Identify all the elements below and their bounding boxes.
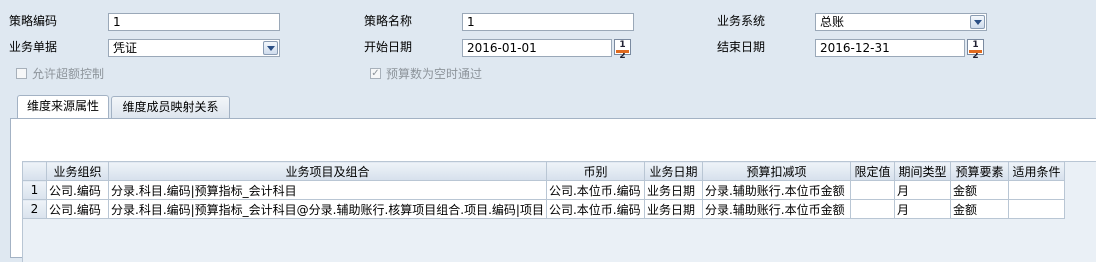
business-system-label: 业务系统 xyxy=(717,14,766,28)
table-cell[interactable]: 公司.本位币.编码 xyxy=(545,199,645,219)
table-cell[interactable] xyxy=(1007,199,1065,219)
column-header[interactable]: 业务日期 xyxy=(643,161,703,181)
table-cell[interactable]: 月 xyxy=(893,180,951,200)
tab-label: 维度来源属性 xyxy=(26,99,99,113)
business-system-select[interactable]: 总账 xyxy=(815,13,987,31)
business-system-value: 总账 xyxy=(820,15,845,29)
calendar-icon[interactable]: 1 2 xyxy=(614,39,631,61)
table-cell[interactable]: 分录.辅助账行.本位币金额 xyxy=(701,199,851,219)
table-cell[interactable]: 金额 xyxy=(949,180,1009,200)
table-cell[interactable]: 月 xyxy=(893,199,951,219)
business-document-label: 业务单据 xyxy=(9,40,58,54)
strategy-code-label: 策略编码 xyxy=(9,14,58,28)
table-cell[interactable]: 公司.编码 xyxy=(46,199,109,219)
table-cell[interactable] xyxy=(849,180,895,200)
column-header[interactable]: 限定值 xyxy=(849,161,895,181)
tab-dimension-source-attributes[interactable]: 维度来源属性 xyxy=(17,95,109,118)
budget-empty-pass-label: 预算数为空时通过 xyxy=(386,67,483,81)
table-cell[interactable]: 业务日期 xyxy=(643,180,703,200)
check-icon: ✓ xyxy=(371,68,380,79)
row-number[interactable]: 1 xyxy=(22,180,47,200)
grid-header-row: 业务组织 业务项目及组合 币别 业务日期 预算扣减项 限定值 期间类型 预算要素… xyxy=(22,161,1065,181)
table-cell[interactable]: 业务日期 xyxy=(643,199,703,219)
table-row[interactable]: 1 公司.编码 分录.科目.编码|预算指标_会计科目 公司.本位币.编码 业务日… xyxy=(22,180,1065,200)
calendar-icon[interactable]: 1 2 xyxy=(967,39,984,61)
end-date-label: 结束日期 xyxy=(717,40,766,54)
table-row[interactable]: 2 公司.编码 分录.科目.编码|预算指标_会计科目@分录.辅助账行.核算项目组… xyxy=(22,199,1065,219)
table-cell[interactable]: 分录.科目.编码|预算指标_会计科目@分录.辅助账行.核算项目组合.项目.编码|… xyxy=(108,199,547,219)
budget-empty-pass-checkbox[interactable]: ✓ xyxy=(370,68,381,79)
row-number[interactable]: 2 xyxy=(22,199,47,219)
business-document-value: 凭证 xyxy=(113,41,138,55)
grid-corner-cell xyxy=(22,161,47,181)
column-header[interactable]: 业务项目及组合 xyxy=(108,161,547,181)
business-document-select[interactable]: 凭证 xyxy=(108,39,280,57)
chevron-down-icon xyxy=(973,19,982,25)
table-cell[interactable] xyxy=(849,199,895,219)
column-header[interactable]: 业务组织 xyxy=(46,161,109,181)
table-cell[interactable]: 公司.编码 xyxy=(46,180,109,200)
table-cell[interactable] xyxy=(1007,180,1065,200)
table-cell[interactable]: 金额 xyxy=(949,199,1009,219)
tab-dimension-member-mapping[interactable]: 维度成员映射关系 xyxy=(111,96,230,118)
strategy-name-input[interactable]: 1 xyxy=(462,13,634,31)
start-date-input[interactable]: 2016-01-01 xyxy=(462,39,612,57)
business-system-dropdown-button[interactable] xyxy=(970,15,985,29)
chevron-down-icon xyxy=(266,45,275,51)
end-date-input[interactable]: 2016-12-31 xyxy=(815,39,965,57)
strategy-name-label: 策略名称 xyxy=(364,14,413,28)
strategy-code-input[interactable]: 1 xyxy=(108,13,280,31)
mapping-grid: 业务组织 业务项目及组合 币别 业务日期 预算扣减项 限定值 期间类型 预算要素… xyxy=(22,161,1065,219)
allow-overrun-label: 允许超额控制 xyxy=(32,67,105,81)
business-document-dropdown-button[interactable] xyxy=(263,41,278,55)
start-date-label: 开始日期 xyxy=(364,40,413,54)
table-cell[interactable]: 公司.本位币.编码 xyxy=(545,180,645,200)
column-header[interactable]: 适用条件 xyxy=(1007,161,1065,181)
column-header[interactable]: 币别 xyxy=(545,161,645,181)
column-header[interactable]: 预算扣减项 xyxy=(701,161,851,181)
column-header[interactable]: 期间类型 xyxy=(893,161,951,181)
allow-overrun-checkbox[interactable] xyxy=(16,68,27,79)
table-cell[interactable]: 分录.辅助账行.本位币金额 xyxy=(701,180,851,200)
column-header[interactable]: 预算要素 xyxy=(949,161,1009,181)
tab-label: 维度成员映射关系 xyxy=(122,100,219,114)
table-cell[interactable]: 分录.科目.编码|预算指标_会计科目 xyxy=(108,180,547,200)
